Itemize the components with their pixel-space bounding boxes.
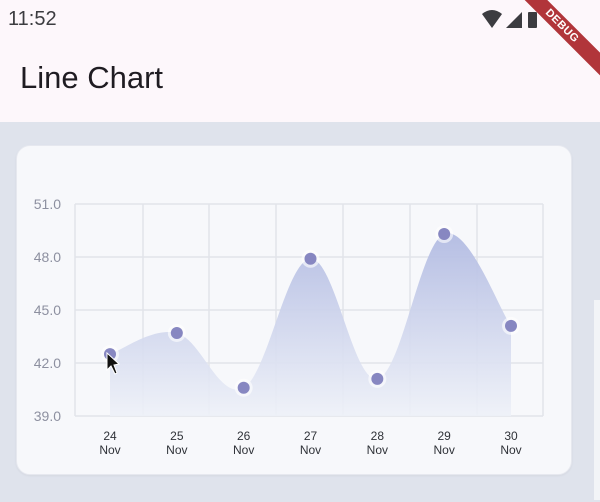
- x-tick-label: 29: [437, 429, 451, 443]
- x-tick-label: Nov: [300, 443, 321, 457]
- x-tick-label: 27: [304, 429, 318, 443]
- x-axis-ticks: 24Nov25Nov26Nov27Nov28Nov29Nov30Nov: [99, 429, 521, 457]
- data-point[interactable]: [438, 228, 451, 241]
- y-axis-ticks: 51.0 48.0 45.0 42.0 39.0: [34, 196, 61, 424]
- data-point[interactable]: [304, 252, 317, 265]
- app-bar: Line Chart: [0, 40, 600, 122]
- x-tick-label: Nov: [433, 443, 454, 457]
- status-bar: 11:52: [0, 0, 600, 40]
- y-tick-label: 48.0: [34, 249, 61, 265]
- status-time: 11:52: [8, 8, 57, 30]
- x-tick-label: Nov: [166, 443, 187, 457]
- data-point[interactable]: [237, 381, 250, 394]
- x-tick-label: 26: [237, 429, 251, 443]
- x-tick-label: Nov: [367, 443, 388, 457]
- x-tick-label: 25: [170, 429, 184, 443]
- x-tick-label: Nov: [500, 443, 521, 457]
- x-tick-label: 28: [371, 429, 385, 443]
- y-tick-label: 42.0: [34, 355, 61, 371]
- x-tick-label: 30: [504, 429, 518, 443]
- chart-card: 51.0 48.0 45.0 42.0 39.0 24 Nov 25 Nov 26 Nov 27 No…: [16, 145, 572, 475]
- wifi-icon: [482, 10, 502, 28]
- y-tick-label: 51.0: [34, 196, 61, 212]
- line-chart: 51.048.045.042.039.0 24Nov25Nov26Nov27No…: [34, 196, 544, 457]
- scroll-edge: [594, 300, 600, 500]
- x-tick-label: Nov: [233, 443, 254, 457]
- data-point[interactable]: [505, 319, 517, 332]
- data-point[interactable]: [371, 372, 384, 385]
- page-title: Line Chart: [20, 60, 164, 95]
- data-point[interactable]: [170, 326, 183, 339]
- y-tick-label: 39.0: [34, 408, 61, 424]
- debug-ribbon: DEBUG: [520, 0, 600, 80]
- x-tick-label: 24: [103, 429, 117, 443]
- y-tick-label: 45.0: [34, 302, 61, 318]
- x-tick-label: Nov: [99, 443, 120, 457]
- debug-banner: DEBUG: [520, 0, 600, 80]
